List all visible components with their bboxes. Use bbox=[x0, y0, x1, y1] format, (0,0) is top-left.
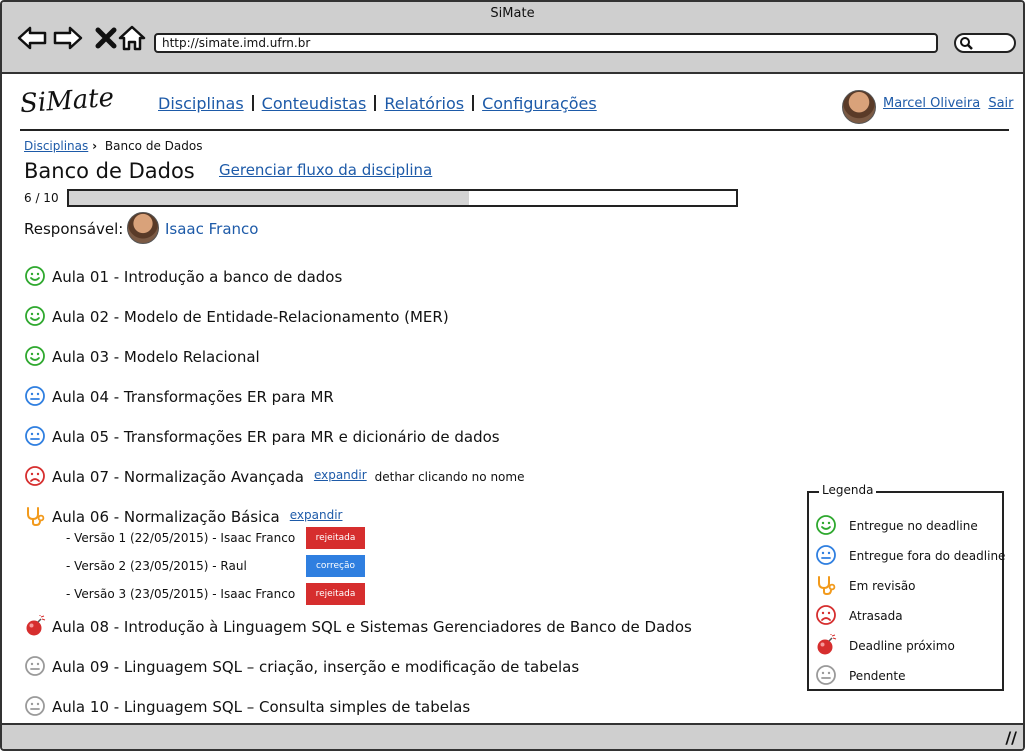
lesson-title[interactable]: Aula 02 - Modelo de Entidade-Relacioname… bbox=[52, 308, 449, 326]
status-badge: rejeitada bbox=[306, 527, 365, 549]
nav-disciplinas[interactable]: Disciplinas bbox=[158, 94, 244, 113]
smile-green-icon bbox=[24, 265, 46, 287]
responsible-name-link[interactable]: Isaac Franco bbox=[165, 220, 258, 238]
legend-item: Pendente bbox=[815, 664, 906, 686]
smile-green-icon bbox=[24, 345, 46, 367]
lesson-item[interactable]: Aula 05 - Transformações ER para MR e di… bbox=[24, 425, 500, 447]
legend-label: Entregue fora do deadline bbox=[849, 549, 1006, 563]
stethoscope-icon bbox=[24, 505, 46, 527]
lesson-item[interactable]: Aula 10 - Linguagem SQL – Consulta simpl… bbox=[24, 695, 470, 717]
browser-window: SiMate http://simate.imd.ufrn.br SiMate … bbox=[0, 0, 1025, 751]
status-badge: rejeitada bbox=[306, 583, 365, 605]
browser-search-box[interactable] bbox=[954, 33, 1016, 53]
user-area: Marcel Oliveira Sair bbox=[883, 96, 1014, 111]
lesson-title[interactable]: Aula 10 - Linguagem SQL – Consulta simpl… bbox=[52, 698, 470, 716]
expand-link[interactable]: expandir bbox=[290, 508, 343, 522]
legend-item: Entregue no deadline bbox=[815, 514, 978, 536]
nav-separator bbox=[251, 95, 254, 111]
neutral-gray-icon bbox=[24, 695, 46, 717]
lesson-title[interactable]: Aula 09 - Linguagem SQL – criação, inser… bbox=[52, 658, 579, 676]
status-badge: correção bbox=[306, 555, 365, 577]
browser-footer: // bbox=[2, 723, 1023, 749]
nav-configuracoes[interactable]: Configurações bbox=[482, 94, 597, 113]
lesson-item[interactable]: Aula 04 - Transformações ER para MR bbox=[24, 385, 334, 407]
lesson-item[interactable]: Aula 08 - Introdução à Linguagem SQL e S… bbox=[24, 615, 692, 637]
legend-title: Legenda bbox=[819, 483, 877, 497]
progress-label: 6 / 10 bbox=[24, 191, 59, 205]
logout-link[interactable]: Sair bbox=[988, 96, 1013, 111]
lesson-item[interactable]: Aula 02 - Modelo de Entidade-Relacioname… bbox=[24, 305, 449, 327]
lesson-item[interactable]: Aula 03 - Modelo Relacional bbox=[24, 345, 260, 367]
responsible-label: Responsável: bbox=[24, 220, 124, 238]
header-divider bbox=[20, 129, 1009, 131]
forward-arrow-icon[interactable] bbox=[52, 22, 84, 54]
sad-red-icon bbox=[815, 604, 837, 626]
search-icon bbox=[960, 37, 973, 50]
smile-green-icon bbox=[24, 305, 46, 327]
back-arrow-icon[interactable] bbox=[16, 22, 48, 54]
progress-fill bbox=[69, 191, 470, 205]
lesson-title[interactable]: Aula 04 - Transformações ER para MR bbox=[52, 388, 334, 406]
nav-relatorios[interactable]: Relatórios bbox=[384, 94, 464, 113]
breadcrumb-current: Banco de Dados bbox=[104, 139, 203, 153]
home-icon[interactable] bbox=[116, 22, 148, 54]
version-item[interactable]: - Versão 1 (22/05/2015) - Isaac Franco bbox=[66, 531, 295, 545]
legend-box: Legenda Entregue no deadline Entregue for… bbox=[807, 483, 1005, 691]
neutral-blue-icon bbox=[815, 544, 837, 566]
app-logo[interactable]: SiMate bbox=[19, 83, 115, 119]
bomb-icon bbox=[815, 634, 837, 656]
legend-item: Em revisão bbox=[815, 574, 916, 596]
page-title: Banco de Dados bbox=[24, 159, 195, 183]
legend-label: Em revisão bbox=[849, 579, 916, 593]
legend-item: Entregue fora do deadline bbox=[815, 544, 1005, 566]
bomb-icon bbox=[24, 615, 46, 637]
nav-separator bbox=[472, 95, 475, 111]
sad-red-icon bbox=[24, 465, 46, 487]
lesson-item[interactable]: Aula 07 - Normalização Avançada expandir d… bbox=[24, 465, 524, 487]
top-navigation: Disciplinas Conteudistas Relatórios Configu… bbox=[158, 94, 597, 113]
lesson-title[interactable]: Aula 06 - Normalização Básica bbox=[52, 508, 280, 526]
nav-conteudistas[interactable]: Conteudistas bbox=[262, 94, 367, 113]
address-bar[interactable]: http://simate.imd.ufrn.br bbox=[154, 33, 938, 53]
breadcrumb: Disciplinas › Banco de Dados bbox=[24, 139, 202, 153]
lesson-item[interactable]: Aula 09 - Linguagem SQL – criação, inser… bbox=[24, 655, 579, 677]
chevron-right-icon: › bbox=[92, 139, 98, 153]
user-name-link[interactable]: Marcel Oliveira bbox=[883, 96, 980, 111]
version-item[interactable]: - Versão 2 (23/05/2015) - Raul bbox=[66, 559, 247, 573]
user-avatar[interactable] bbox=[842, 90, 876, 124]
neutral-blue-icon bbox=[24, 425, 46, 447]
legend-item: Deadline próximo bbox=[815, 634, 955, 656]
legend-label: Pendente bbox=[849, 669, 906, 683]
neutral-gray-icon bbox=[24, 655, 46, 677]
window-title: SiMate bbox=[490, 6, 535, 21]
expand-link[interactable]: expandir bbox=[314, 468, 367, 482]
legend-label: Entregue no deadline bbox=[849, 519, 978, 533]
lesson-item[interactable]: Aula 01 - Introdução a banco de dados bbox=[24, 265, 342, 287]
resize-grip-icon[interactable]: // bbox=[1005, 728, 1017, 747]
lesson-title[interactable]: Aula 07 - Normalização Avançada bbox=[52, 468, 304, 486]
lesson-title[interactable]: Aula 08 - Introdução à Linguagem SQL e S… bbox=[52, 618, 692, 636]
legend-label: Atrasada bbox=[849, 609, 903, 623]
neutral-blue-icon bbox=[24, 385, 46, 407]
legend-item: Atrasada bbox=[815, 604, 903, 626]
neutral-gray-icon bbox=[815, 664, 837, 686]
smile-green-icon bbox=[815, 514, 837, 536]
lesson-title[interactable]: Aula 03 - Modelo Relacional bbox=[52, 348, 260, 366]
breadcrumb-parent[interactable]: Disciplinas bbox=[24, 139, 88, 153]
stethoscope-icon bbox=[815, 574, 837, 596]
legend-label: Deadline próximo bbox=[849, 639, 955, 653]
lesson-hint: dethar clicando no nome bbox=[374, 470, 525, 484]
nav-separator bbox=[374, 95, 377, 111]
manage-flow-link[interactable]: Gerenciar fluxo da disciplina bbox=[219, 161, 432, 179]
lesson-title[interactable]: Aula 05 - Transformações ER para MR e di… bbox=[52, 428, 500, 446]
version-item[interactable]: - Versão 3 (23/05/2015) - Isaac Franco bbox=[66, 587, 295, 601]
progress-bar bbox=[67, 189, 738, 207]
responsible-avatar bbox=[127, 212, 159, 244]
lesson-title[interactable]: Aula 01 - Introdução a banco de dados bbox=[52, 268, 342, 286]
browser-chrome: SiMate http://simate.imd.ufrn.br bbox=[2, 2, 1023, 74]
lesson-item[interactable]: Aula 06 - Normalização Básica expandir bbox=[24, 505, 342, 527]
